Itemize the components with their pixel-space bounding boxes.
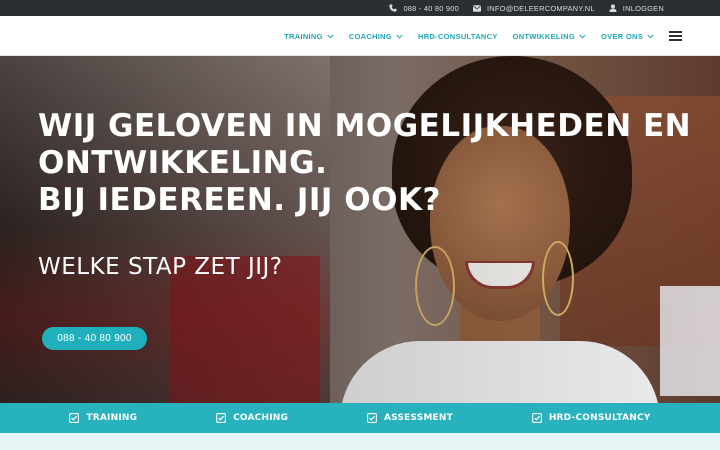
service-link-training[interactable]: TRAINING	[69, 413, 137, 423]
hero-headline-line: WIJ GELOVEN IN MOGELIJKHEDEN EN	[38, 108, 692, 144]
topbar-login-text: INLOGGEN	[622, 3, 664, 13]
hero-headline: WIJ GELOVEN IN MOGELIJKHEDEN EN ONTWIKKE…	[38, 108, 692, 219]
hero-banner: WIJ GELOVEN IN MOGELIJKHEDEN EN ONTWIKKE…	[0, 56, 720, 403]
service-bar: TRAINING COACHING ASSESSMENT HRD-CONSULT…	[0, 403, 720, 433]
nav-item-over-ons[interactable]: OVER ONS	[601, 32, 654, 41]
nav-item-label: TRAINING	[284, 31, 323, 41]
chevron-down-icon	[579, 34, 586, 39]
nav-item-coaching[interactable]: COACHING	[349, 32, 403, 41]
nav-item-label: OVER ONS	[601, 31, 643, 41]
service-link-assessment[interactable]: ASSESSMENT	[366, 413, 453, 423]
nav-item-training[interactable]: TRAINING	[284, 32, 334, 41]
checkbox-checked-icon	[366, 413, 377, 423]
hamburger-menu-icon[interactable]	[669, 31, 682, 41]
service-link-label: ASSESSMENT	[383, 413, 453, 423]
topbar-email-link[interactable]: INFO@DELEERCOMPANY.NL	[472, 3, 595, 13]
nav-menu: TRAINING COACHING HRD-CONSULTANCY ONTWIK…	[284, 16, 654, 56]
user-icon	[609, 4, 617, 12]
topbar-login-link[interactable]: INLOGGEN	[609, 4, 664, 13]
hero-subheadline: WELKE STAP ZET JIJ?	[38, 254, 283, 280]
nav-item-ontwikkeling[interactable]: ONTWIKKELING	[513, 32, 586, 41]
content-strip	[0, 433, 720, 450]
envelope-icon	[472, 4, 481, 12]
nav-item-label: HRD-CONSULTANCY	[418, 31, 498, 41]
hero-headline-line: ONTWIKKELING.	[38, 145, 328, 181]
service-link-coaching[interactable]: COACHING	[216, 413, 288, 423]
chevron-down-icon	[327, 34, 334, 39]
topbar-phone-text: 088 - 40 80 900	[403, 3, 459, 13]
checkbox-checked-icon	[69, 413, 80, 423]
phone-icon	[389, 4, 398, 12]
nav-item-hrd-consultancy[interactable]: HRD-CONSULTANCY	[418, 32, 498, 41]
service-link-label: COACHING	[233, 413, 289, 423]
call-phone-button[interactable]: 088 - 40 80 900	[42, 327, 147, 350]
service-link-label: HRD-CONSULTANCY	[548, 413, 651, 423]
checkbox-checked-icon	[531, 413, 542, 423]
service-link-label: TRAINING	[86, 413, 138, 423]
topbar-email-text: INFO@DELEERCOMPANY.NL	[486, 3, 595, 13]
nav-item-label: COACHING	[348, 31, 393, 41]
chevron-down-icon	[647, 34, 654, 39]
topbar-phone-link[interactable]: 088 - 40 80 900	[389, 4, 459, 13]
checkbox-checked-icon	[216, 413, 227, 423]
chevron-down-icon	[396, 34, 403, 39]
hero-headline-line: BIJ IEDEREEN. JIJ OOK?	[38, 182, 441, 218]
nav-item-label: ONTWIKKELING	[512, 31, 575, 41]
service-link-hrd-consultancy[interactable]: HRD-CONSULTANCY	[531, 413, 651, 423]
main-navigation: TRAINING COACHING HRD-CONSULTANCY ONTWIK…	[0, 16, 720, 56]
top-bar: 088 - 40 80 900 INFO@DELEERCOMPANY.NL IN…	[0, 0, 720, 16]
